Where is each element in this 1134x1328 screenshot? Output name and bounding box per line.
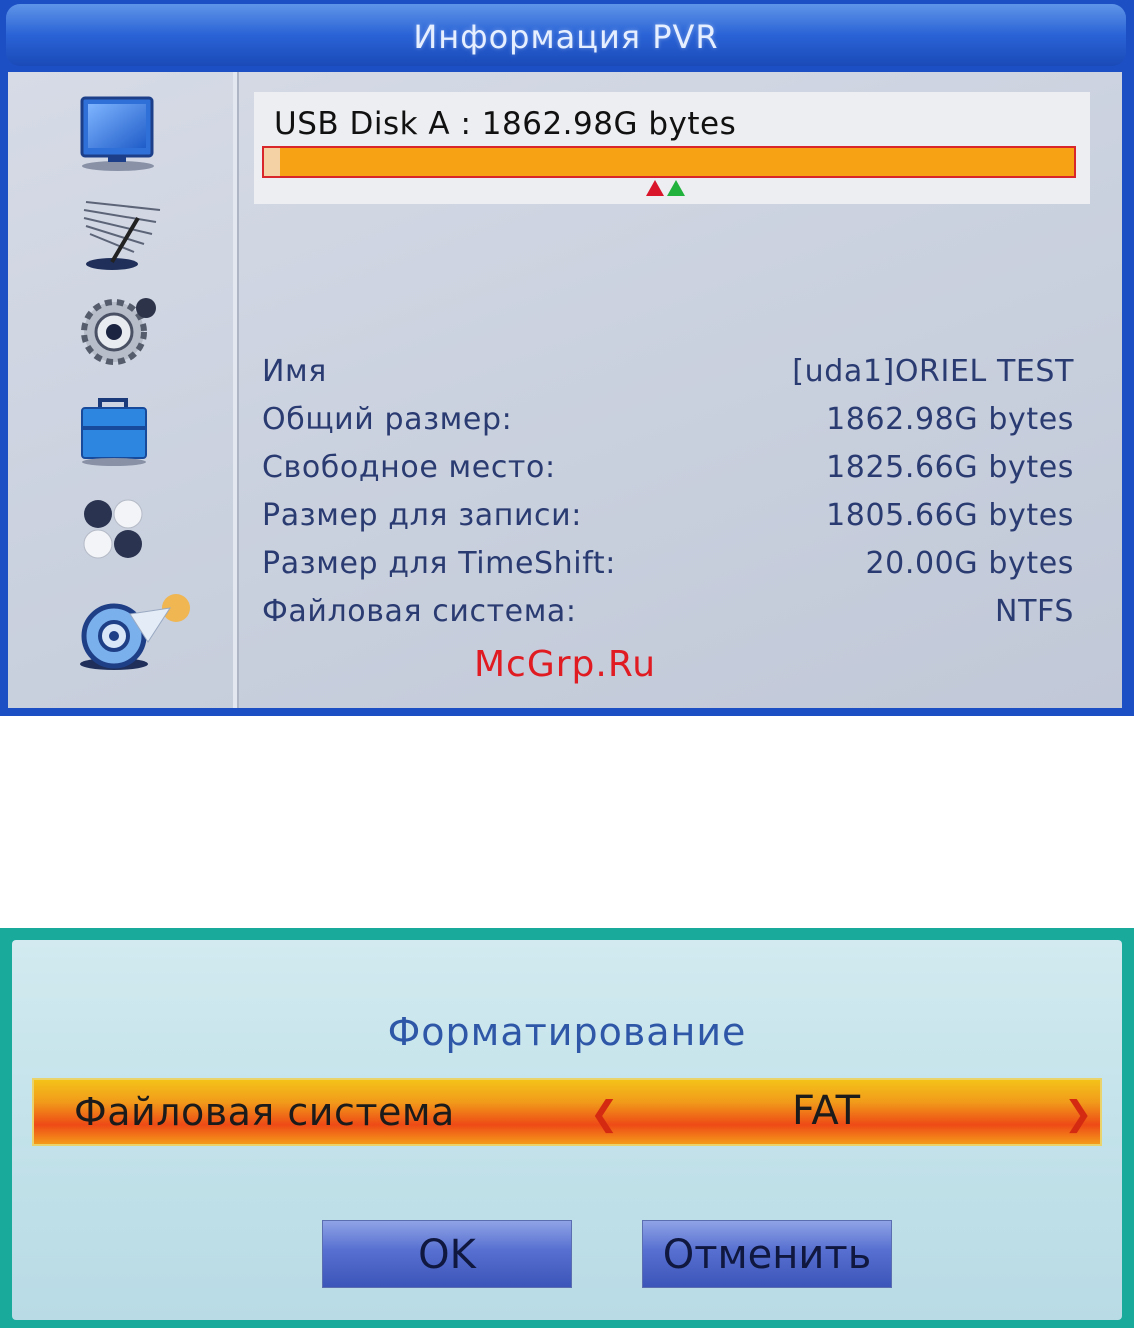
disk-used-fill (264, 148, 281, 176)
file-system-label: Файловая система (74, 1090, 455, 1134)
disk-usage-bar (262, 146, 1076, 178)
cancel-button[interactable]: Отменить (642, 1220, 892, 1288)
chevron-left-icon[interactable]: ❮ (590, 1094, 619, 1134)
info-label: Файловая система: (262, 594, 577, 629)
info-label: Общий размер: (262, 402, 513, 437)
info-row-file-system: Файловая система: NTFS (262, 594, 1074, 642)
toolbox-icon[interactable] (74, 392, 184, 472)
disk-info-list: Имя [uda1]ORIEL TEST Общий размер: 1862.… (262, 354, 1074, 642)
info-label: Имя (262, 354, 327, 389)
info-row-name: Имя [uda1]ORIEL TEST (262, 354, 1074, 402)
info-label: Размер для записи: (262, 498, 582, 533)
info-label: Свободное место: (262, 450, 556, 485)
pvr-info-title: Информация PVR (6, 4, 1126, 66)
disk-label: USB Disk A : 1862.98G bytes (274, 106, 737, 142)
satellite-dish-icon[interactable] (74, 192, 184, 272)
ok-button[interactable]: OK (322, 1220, 572, 1288)
info-value: [uda1]ORIEL TEST (792, 354, 1074, 389)
media-disc-icon[interactable] (74, 594, 204, 674)
disk-panel: USB Disk A : 1862.98G bytes (254, 92, 1090, 204)
info-value: 1825.66G bytes (826, 450, 1074, 485)
green-marker-icon (667, 180, 685, 196)
gear-icon[interactable] (74, 290, 184, 370)
tv-icon[interactable] (74, 94, 184, 174)
menu-sidebar (8, 72, 237, 708)
format-dialog-panel: Форматирование Файловая система ❮ FAT ❯ … (12, 940, 1122, 1320)
info-value: 1805.66G bytes (826, 498, 1074, 533)
file-system-value: FAT (792, 1088, 861, 1134)
info-value: 20.00G bytes (865, 546, 1074, 581)
info-value: 1862.98G bytes (826, 402, 1074, 437)
red-marker-icon (646, 180, 664, 196)
format-dialog: Форматирование Файловая система ❮ FAT ❯ … (0, 928, 1134, 1328)
pvr-info-screen: Информация PVR USB Disk A: 1862.98G byt… (0, 0, 1134, 716)
info-row-free-space: Свободное место: 1825.66G bytes (262, 450, 1074, 498)
dialog-title: Форматирование (387, 1010, 747, 1054)
info-row-timeshift-size: Размер для TimeShift: 20.00G bytes (262, 546, 1074, 594)
chevron-right-icon[interactable]: ❯ (1064, 1094, 1093, 1134)
watermark: McGrp.Ru (474, 644, 657, 685)
info-row-record-size: Размер для записи: 1805.66G bytes (262, 498, 1074, 546)
info-label: Размер для TimeShift: (262, 546, 616, 581)
info-row-total-size: Общий размер: 1862.98G bytes (262, 402, 1074, 450)
pvr-info-body: USB Disk A : 1862.98G bytes Имя [uda1]OR… (8, 72, 1122, 708)
balls-icon[interactable] (74, 492, 184, 572)
info-value: NTFS (995, 594, 1074, 629)
file-system-selector[interactable]: Файловая система ❮ FAT ❯ (34, 1080, 1100, 1144)
